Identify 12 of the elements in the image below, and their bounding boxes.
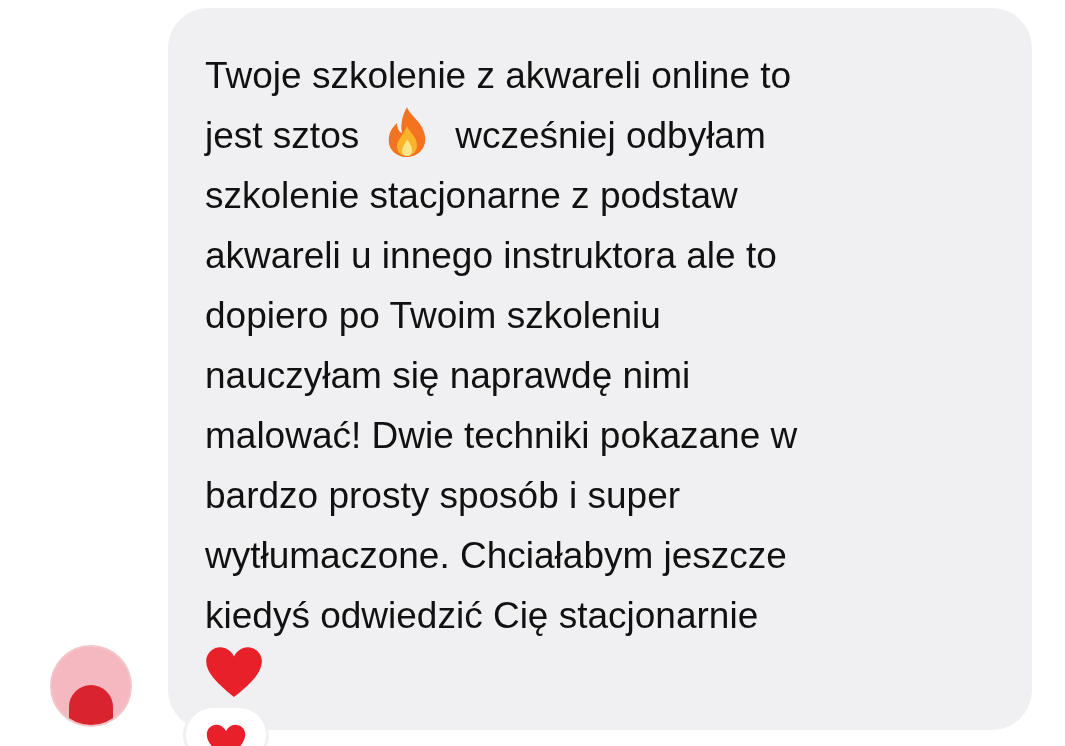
- message-text: wytłumaczone. Chciałabym jeszcze: [205, 534, 787, 578]
- message-text: wcześniej odbyłam: [455, 114, 766, 158]
- message-text: dopiero po Twoim szkoleniu: [205, 294, 661, 338]
- message-text: szkolenie stacjonarne z podstaw: [205, 174, 738, 218]
- message-text: jest sztos: [205, 114, 360, 158]
- message-text: bardzo prosty sposób i super: [205, 474, 681, 518]
- message-text: malować! Dwie techniki pokazane w: [205, 414, 798, 458]
- message-text: Twoje szkolenie z akwareli online to: [205, 54, 792, 98]
- message-text: nauczyłam się naprawdę nimi: [205, 354, 691, 398]
- message-text: kiedyś odwiedzić Cię stacjonarnie: [205, 594, 759, 638]
- message-text: akwareli u innego instruktora ale to: [205, 234, 777, 278]
- heart-icon: [205, 646, 263, 699]
